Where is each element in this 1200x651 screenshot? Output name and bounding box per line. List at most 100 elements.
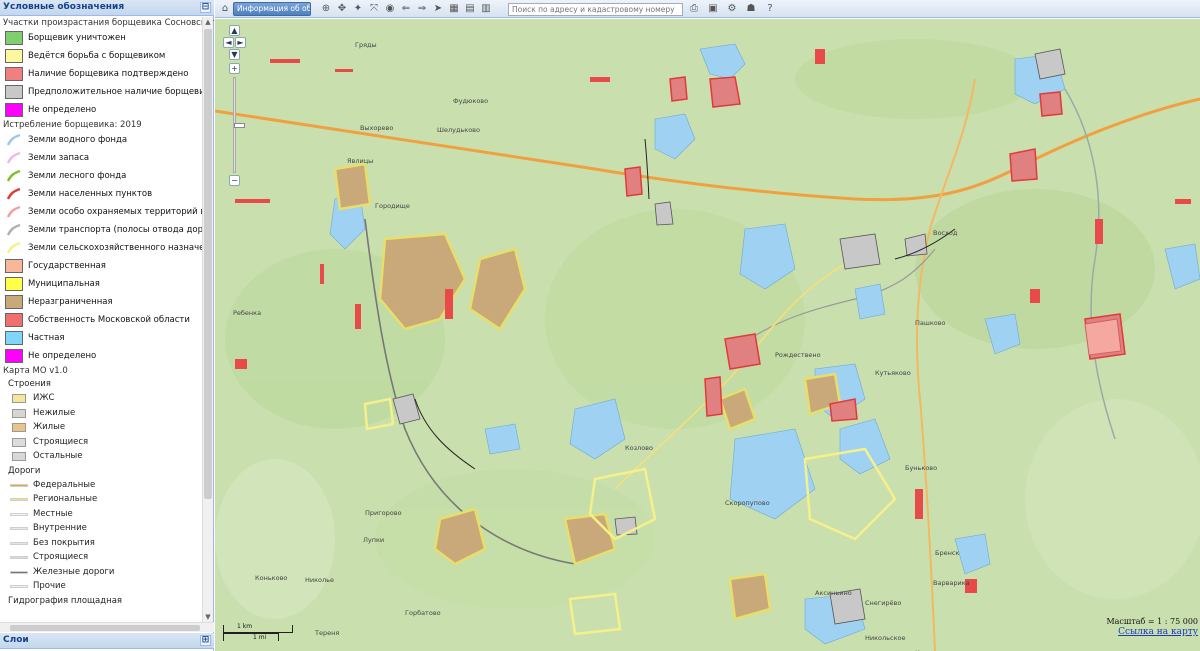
legend-stroke-icon	[6, 169, 21, 182]
object-info-button-label: Информация об объекте	[237, 4, 311, 13]
legend-group-title: Участки произрастания борщевика Сосновск…	[3, 18, 214, 28]
legend-label: Железные дороги	[33, 566, 115, 577]
legend-label: Предположительное наличие борщевика	[28, 87, 203, 97]
legend-label: Муниципальная	[28, 279, 100, 289]
place-label: Фудюково	[453, 97, 489, 105]
place-label: Явлицы	[347, 157, 374, 165]
legend-group-hogweed: Борщевик уничтожен Ведётся борьба с борще…	[0, 29, 203, 119]
zoom-slider-track[interactable]	[233, 77, 245, 173]
legend-label: Государственная	[28, 261, 106, 271]
legend-label: Не определено	[28, 105, 97, 115]
place-label: Кутьяково	[875, 369, 911, 377]
legend-swatch	[5, 259, 23, 273]
forward-icon[interactable]: ⇒	[415, 2, 429, 16]
zoom-in-icon[interactable]: ✥	[335, 2, 349, 16]
legend-item: Собственность Московской области	[0, 311, 203, 329]
zoom-out-button[interactable]: −	[229, 175, 240, 186]
zoom-extent-icon[interactable]: ⤧	[367, 2, 381, 16]
pan-up-icon[interactable]: ▲	[229, 25, 240, 36]
print-icon[interactable]: ⎙	[687, 2, 701, 16]
zoom-out-icon[interactable]: ✦	[351, 2, 365, 16]
collapse-icon[interactable]: ⊟	[200, 2, 211, 13]
pan-down-icon[interactable]: ▼	[229, 49, 240, 60]
scale-text: Масштаб = 1 : 75 000	[1106, 617, 1198, 626]
legend-line-item: Земли населенных пунктов	[0, 185, 203, 203]
legend-label: Земли запаса	[28, 153, 90, 163]
scrollbar-thumb[interactable]	[10, 625, 200, 631]
legend-item: Наличие борщевика подтверждено	[0, 65, 203, 83]
legend-label: Строящиеся	[33, 436, 89, 447]
legend-label: Собственность Московской области	[28, 315, 190, 325]
area-icon[interactable]: ▤	[463, 2, 477, 16]
legend-label: Региональные	[33, 494, 98, 504]
legend-subgroup-title: Гидрография площадная	[8, 595, 123, 606]
legend-swatch	[5, 331, 23, 345]
legend-line-item: Земли сельскохозяйственного назначения	[0, 239, 203, 257]
object-info-button[interactable]: Информация об объекте	[233, 2, 311, 16]
legend-panel-title: Условные обозначения	[3, 2, 125, 12]
scroll-up-icon[interactable]: ▲	[203, 17, 213, 27]
home-icon[interactable]: ⌂	[218, 2, 232, 16]
help-icon[interactable]: ?	[763, 2, 777, 16]
legend-swatch	[5, 85, 23, 99]
place-label: Козлово	[625, 444, 653, 452]
address-search-input[interactable]	[508, 3, 683, 16]
legend-horizontal-scrollbar[interactable]	[0, 622, 214, 632]
scroll-down-icon[interactable]: ▼	[203, 612, 213, 622]
pan-icon[interactable]: ⊕	[319, 2, 333, 16]
legend-label: Земли сельскохозяйственного назначения	[28, 243, 203, 253]
layers-panel-header[interactable]: Слои ⊞	[0, 633, 214, 649]
legend-scrollbar[interactable]: ▲ ▼	[202, 17, 213, 622]
legend-label: Федеральные	[33, 479, 96, 490]
back-icon[interactable]: ⇐	[399, 2, 413, 16]
layers-icon[interactable]: ☗	[744, 2, 758, 16]
settings-icon[interactable]: ⚙	[725, 2, 739, 16]
legend-stroke-icon	[6, 151, 21, 164]
legend-item: Не определено	[0, 101, 203, 119]
map-view[interactable]: Гряды Фудюково Выхорево Шелудьково Явлицы Гор…	[215, 19, 1200, 651]
legend-small-item: Федеральные	[0, 478, 203, 493]
place-label: Бренск	[935, 549, 960, 557]
legend-scroll-area[interactable]: Участки произрастания борщевика Сосновск…	[0, 17, 214, 622]
save-icon[interactable]: ▣	[706, 2, 720, 16]
place-label: Николье	[305, 576, 334, 584]
legend-small-item: Нежилые	[0, 406, 203, 421]
legend-panel-header[interactable]: Условные обозначения ⊟	[0, 0, 214, 16]
locate-icon[interactable]: ➤	[431, 2, 445, 16]
legend-item: Ведётся борьба с борщевиком	[0, 47, 203, 65]
map-toolbar: ⌂ Информация об объекте ⊕✥✦⤧◉⇐⇒➤▦▤▥ ⎙ ▣ ⚙ ☗…	[215, 0, 1200, 18]
legend-label: Нежилые	[33, 407, 76, 418]
legend-small-item: Региональные	[0, 492, 203, 507]
zoom-slider-thumb[interactable]	[234, 123, 245, 128]
legend-line-swatch	[10, 570, 28, 574]
legend-swatch	[12, 423, 26, 432]
legend-small-item: Прочие	[0, 579, 203, 594]
place-label: Пригорово	[365, 509, 402, 517]
place-label: Аксиньино	[815, 589, 852, 597]
expand-icon[interactable]: ⊞	[200, 635, 211, 646]
scale-bar: 1 km 1 mi	[223, 623, 293, 643]
legend-swatch	[5, 349, 23, 363]
place-label: Коньково	[255, 574, 288, 582]
globe-icon[interactable]: ◉	[383, 2, 397, 16]
legend-line-swatch	[10, 556, 28, 559]
local-road	[644, 138, 650, 200]
legend-item: Неразграниченная	[0, 293, 203, 311]
legend-small-item: Местные	[0, 507, 203, 522]
local-road	[414, 398, 476, 470]
legend-item: Предположительное наличие борщевика	[0, 83, 203, 101]
measure-icon[interactable]: ▦	[447, 2, 461, 16]
pan-right-icon[interactable]: ►	[235, 37, 246, 48]
zoom-in-button[interactable]: +	[229, 63, 240, 74]
pan-left-icon[interactable]: ◄	[223, 37, 234, 48]
place-label: Выхорево	[360, 124, 394, 132]
print-area-icon[interactable]: ▥	[479, 2, 493, 16]
legend-group-roads: Федеральные Региональные Местные Внутренние…	[0, 478, 203, 594]
legend-swatch	[5, 67, 23, 81]
legend-label: Прочие	[33, 581, 66, 591]
scrollbar-thumb[interactable]	[204, 29, 212, 499]
map-link[interactable]: Ссылка на карту	[1118, 627, 1198, 637]
place-label: Городище	[375, 202, 410, 210]
legend-label: Земли транспорта (полосы отвода дорог), …	[28, 225, 203, 235]
legend-stroke-icon	[6, 223, 21, 236]
